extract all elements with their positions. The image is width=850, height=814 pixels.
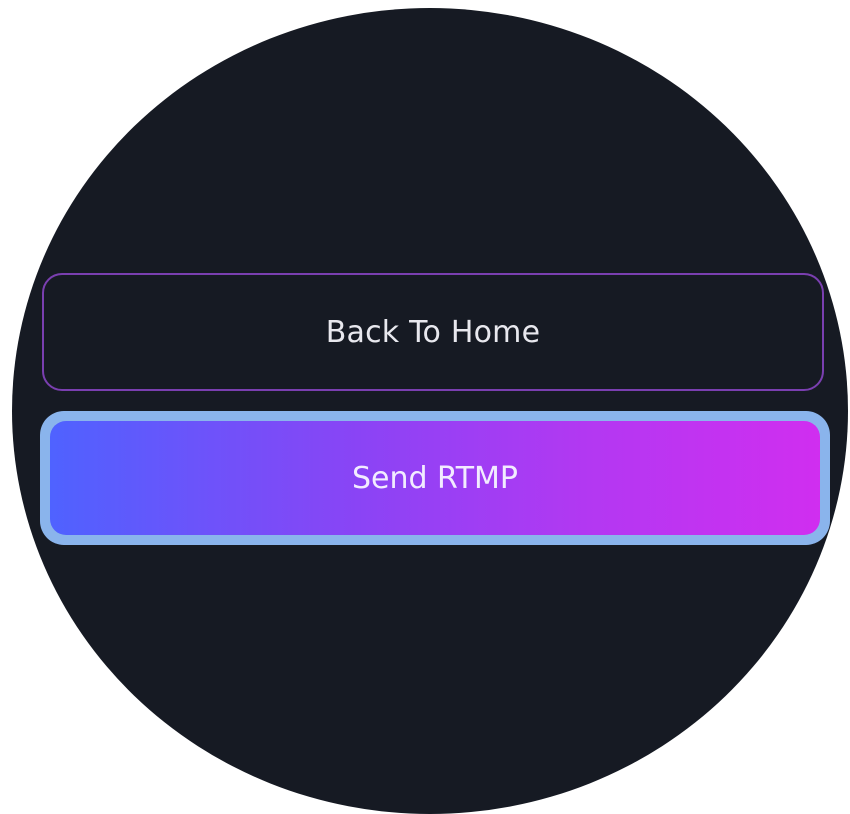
back-to-home-label: Back To Home — [325, 314, 541, 350]
send-rtmp-focus-ring: Send RTMP — [40, 411, 830, 545]
send-rtmp-button[interactable]: Send RTMP — [50, 421, 820, 535]
round-watch-face: Back To Home Send RTMP — [12, 8, 848, 814]
screen: Back To Home Send RTMP — [0, 0, 850, 814]
back-to-home-button[interactable]: Back To Home — [42, 273, 824, 391]
send-rtmp-label: Send RTMP — [351, 460, 519, 496]
